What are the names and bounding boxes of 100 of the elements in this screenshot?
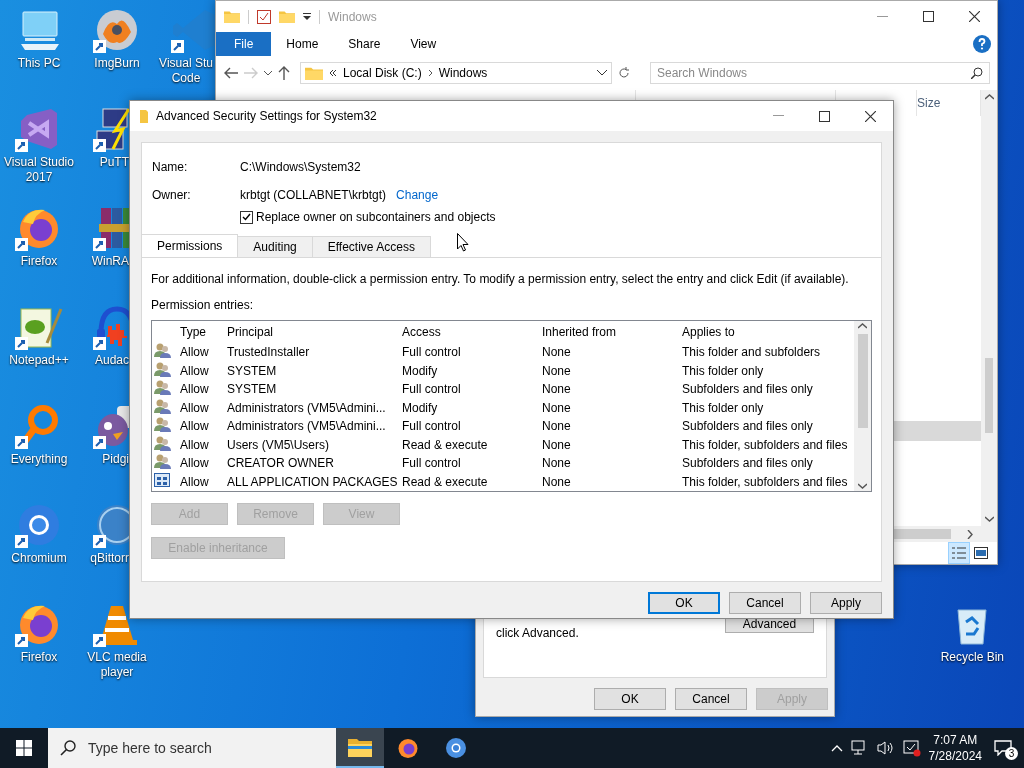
table-cell-text: None	[541, 382, 572, 397]
table-cell-text: Full control	[401, 345, 462, 360]
dialog-button[interactable]: Cancel	[675, 688, 747, 710]
desktop-icon-label: VLC media player	[87, 650, 147, 680]
browser-icon	[444, 736, 468, 760]
checkbox-label: Replace owner on subcontainers and objects	[256, 210, 496, 224]
table-cell-text: Administrators (VM5\Admini...	[226, 400, 387, 415]
table-cell-text: Full control	[401, 419, 462, 434]
folder-icon	[305, 65, 323, 81]
security-icon[interactable]	[902, 739, 921, 757]
table-cell-text: Full control	[401, 456, 462, 471]
ribbon-tab[interactable]: Share	[333, 32, 396, 56]
instruction-text: For additional information, double-click a permission entry. To modify a permission entry, select the entry and click Edit (if available).	[151, 272, 850, 286]
tab[interactable]: Effective Access	[311, 236, 431, 257]
table-cell-text: Modify	[401, 400, 439, 415]
column-header[interactable]: Inherited from	[540, 325, 680, 339]
dialog-button[interactable]: Apply	[810, 592, 882, 614]
table-cell-text: This folder, subfolders and files	[681, 474, 849, 489]
properties-icon	[257, 9, 271, 24]
table-cell-text: Read & execute	[401, 474, 489, 489]
users-icon	[154, 454, 171, 470]
section-label: Permission entries:	[151, 298, 255, 312]
large-icons-view-icon[interactable]	[974, 547, 988, 559]
search-icon	[971, 67, 983, 79]
chevron-icon	[427, 69, 433, 77]
scroll-down-icon[interactable]	[858, 483, 867, 489]
window-title: Advanced Security Settings for System32	[156, 109, 377, 123]
checkbox[interactable]	[240, 210, 253, 224]
table-cell-text: ALL APPLICATION PACKAGES	[226, 474, 399, 489]
scroll-down-icon[interactable]	[984, 516, 994, 522]
back-arrow-icon[interactable]	[224, 67, 238, 79]
table-cell-text: Full control	[401, 382, 462, 397]
details-view-icon[interactable]	[952, 547, 966, 559]
breadcrumb[interactable]: Windows	[438, 66, 488, 80]
users-icon	[154, 380, 171, 396]
table-cell-text: Read & execute	[401, 437, 489, 452]
notifications-button[interactable]: 3	[990, 736, 1016, 760]
taskbar-search-field[interactable]: Type here to search	[48, 728, 336, 768]
users-icon	[154, 343, 171, 359]
tab[interactable]: Auditing	[237, 236, 313, 257]
desktop-icon-label: Visual Stu Code	[158, 56, 214, 86]
breadcrumb[interactable]: Local Disk (C:)	[343, 66, 422, 80]
minimize-icon	[772, 115, 784, 117]
caret-icon[interactable]	[597, 70, 607, 76]
search-icon	[60, 740, 76, 756]
ribbon-tab[interactable]: File	[216, 32, 272, 56]
maximize-icon	[922, 11, 934, 22]
ribbon-tab[interactable]: Home	[271, 32, 334, 56]
dialog-button[interactable]: Cancel	[729, 592, 801, 614]
column-header[interactable]: Principal	[225, 325, 400, 339]
column-header[interactable]: Type	[178, 325, 225, 339]
dialog-button[interactable]: OK	[594, 688, 666, 710]
browser-icon	[396, 736, 420, 760]
desktop-icon-label: Recycle Bin	[940, 650, 1004, 665]
table-cell-text: None	[541, 345, 572, 360]
table-cell-text: Allow	[179, 474, 210, 489]
start-button-icon[interactable]	[16, 740, 32, 756]
table-cell-text: This folder and subfolders	[681, 345, 822, 360]
table-cell-text: Allow	[179, 400, 210, 415]
table-cell-text: This folder, subfolders and files	[681, 437, 849, 452]
volume-icon[interactable]	[876, 740, 895, 756]
window-title: Windows	[328, 9, 377, 24]
speech-bubble-icon	[994, 740, 1012, 756]
address-bar[interactable]: Local Disk (C:) Windows	[300, 62, 612, 84]
folder-icon	[348, 737, 372, 757]
close-icon	[864, 110, 876, 122]
desktop-icon-label: WinRA	[90, 254, 129, 269]
vertical-scrollbar[interactable]	[981, 90, 997, 526]
field-label: Name:	[152, 160, 189, 174]
taskbar-app-button[interactable]	[336, 728, 384, 768]
caret-icon[interactable]	[303, 12, 311, 21]
close-icon	[968, 11, 980, 22]
folder-icon	[279, 10, 295, 23]
column-header[interactable]: Access	[400, 325, 540, 339]
up-arrow-icon[interactable]	[278, 66, 290, 80]
desktop-icon-label: Firefox	[20, 254, 58, 269]
table-cell-text: TrustedInstaller	[226, 345, 311, 360]
table-cell-text: SYSTEM	[226, 382, 278, 397]
desktop-icon-label: This PC	[17, 56, 61, 71]
vertical-scrollbar[interactable]	[854, 321, 871, 491]
table-cell-text: None	[541, 363, 572, 378]
help-icon[interactable]	[973, 35, 991, 53]
dialog-button[interactable]: OK	[648, 592, 720, 614]
column-header[interactable]: Applies to	[680, 325, 854, 339]
scroll-up-icon[interactable]	[858, 323, 867, 329]
desktop-icon-label: Visual Studio 2017	[4, 155, 74, 185]
ribbon-tab[interactable]: View	[395, 32, 452, 56]
table-cell-text: Subfolders and files only	[681, 382, 814, 397]
refresh-icon[interactable]	[618, 67, 630, 79]
scrollbar-thumb[interactable]	[985, 358, 993, 433]
scrollbar-thumb[interactable]	[857, 334, 868, 428]
scroll-up-icon[interactable]	[984, 94, 994, 100]
scroll-right-icon[interactable]	[967, 529, 973, 539]
caret-icon[interactable]	[264, 70, 272, 76]
search-field[interactable]: Search Windows	[650, 62, 990, 84]
table-cell-text: Allow	[179, 456, 210, 471]
column-header[interactable]: Size	[917, 96, 941, 110]
clock[interactable]: 7:07 AM 7/28/2024	[928, 732, 982, 764]
change-link[interactable]: Change	[396, 188, 439, 202]
package-icon	[154, 473, 170, 488]
